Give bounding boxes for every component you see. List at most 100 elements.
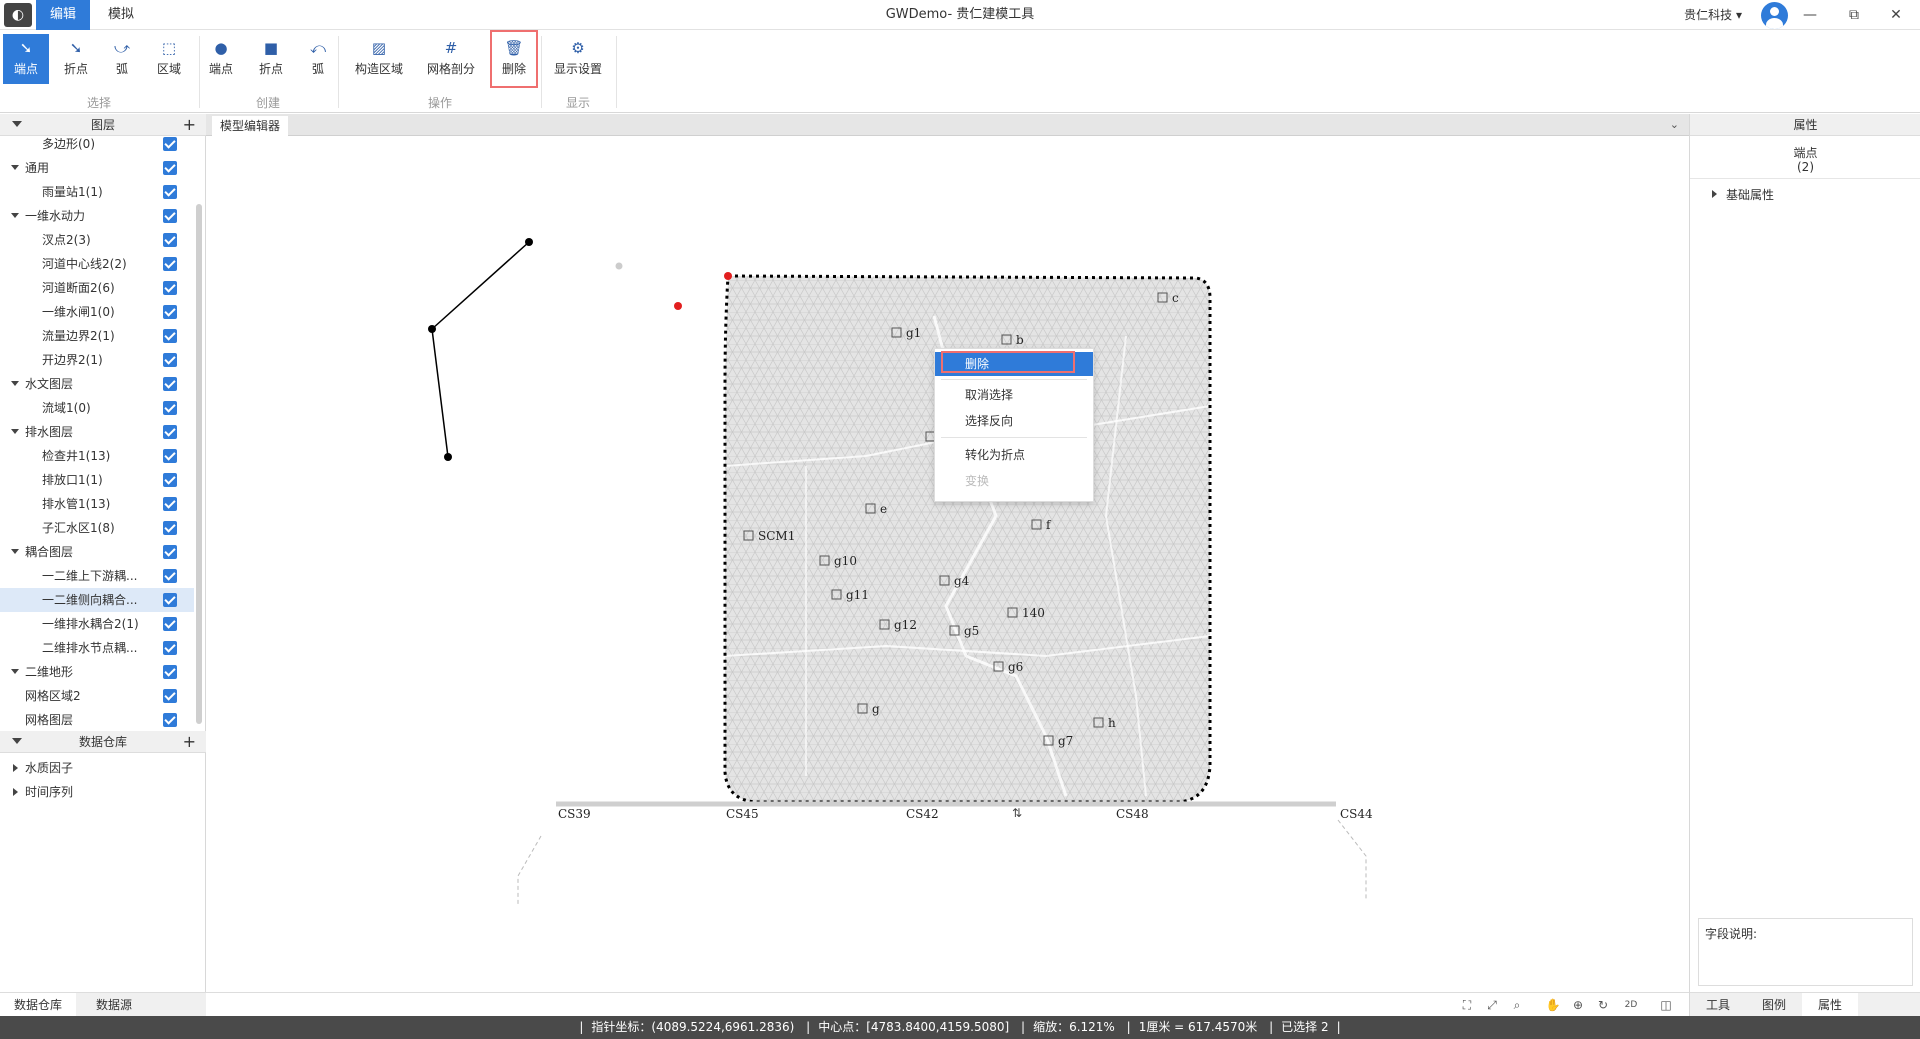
tab-tools[interactable]: 工具 xyxy=(1690,993,1746,1017)
mesh-node-label[interactable]: 140 xyxy=(1022,606,1045,620)
map-canvas[interactable]: g1bcg2g9g8g3efSCM1g10g4g11140g12g5g6ghg7… xyxy=(206,136,1689,992)
app-logo-icon[interactable]: ◐ xyxy=(4,3,32,27)
layer-visibility-checkbox[interactable] xyxy=(163,497,177,511)
mesh-node-label[interactable]: g xyxy=(872,702,880,716)
mesh-node-label[interactable]: g5 xyxy=(964,624,979,638)
refresh-icon[interactable]: ↻ xyxy=(1595,997,1611,1013)
restore-button[interactable]: ⧉ xyxy=(1834,0,1874,30)
layer-item[interactable]: 一维排水耦合2(1) xyxy=(0,612,194,636)
layer-visibility-checkbox[interactable] xyxy=(163,473,177,487)
layer-item[interactable]: 二维地形 xyxy=(0,660,194,684)
create-arc-button[interactable]: ⤺ 弧 xyxy=(296,34,340,84)
expand-arrow-icon[interactable] xyxy=(11,429,19,434)
tab-properties[interactable]: 属性 xyxy=(1802,993,1858,1017)
tab-model-editor[interactable]: 模型编辑器 xyxy=(212,116,289,136)
layer-visibility-checkbox[interactable] xyxy=(163,569,177,583)
expand-arrow-icon[interactable] xyxy=(1712,190,1717,198)
layer-visibility-checkbox[interactable] xyxy=(163,641,177,655)
vertex-point[interactable] xyxy=(615,262,623,270)
layer-visibility-checkbox[interactable] xyxy=(163,425,177,439)
delete-button[interactable]: 🗑 删除 xyxy=(490,30,538,88)
zoom-region-icon[interactable]: ⌕ xyxy=(1509,997,1525,1013)
tab-data-source[interactable]: 数据源 xyxy=(82,993,146,1017)
layer-item[interactable]: 二维排水节点耦... xyxy=(0,636,194,660)
layer-tree-scrollbar[interactable] xyxy=(196,204,202,724)
mesh-node-label[interactable]: g10 xyxy=(834,554,857,568)
layer-item[interactable]: 一二维上下游耦... xyxy=(0,564,194,588)
context-convert-vertex[interactable]: 转化为折点 xyxy=(935,443,1093,467)
layer-item[interactable]: 子汇水区1(8) xyxy=(0,516,194,540)
layer-item[interactable]: 流域1(0) xyxy=(0,396,194,420)
endpoint[interactable] xyxy=(444,453,452,461)
mesh-node-label[interactable]: c xyxy=(1172,291,1179,305)
layer-item[interactable]: 排水管1(13) xyxy=(0,492,194,516)
select-region-button[interactable]: ⬚ 区域 xyxy=(146,34,192,84)
build-region-button[interactable]: ▨ 构造区域 xyxy=(348,34,410,84)
close-button[interactable]: ✕ xyxy=(1876,0,1916,30)
cross-section-label[interactable]: CS39 xyxy=(558,807,591,821)
layer-item[interactable]: 汊点2(3) xyxy=(0,228,194,252)
mesh-node-label[interactable]: b xyxy=(1016,333,1024,347)
add-data-icon[interactable]: + xyxy=(183,731,196,753)
mesh-button[interactable]: # 网格剖分 xyxy=(420,34,482,84)
create-endpoint-button[interactable]: ● 端点 xyxy=(198,34,244,84)
mesh-node-label[interactable]: g6 xyxy=(1008,660,1023,674)
context-invert-selection[interactable]: 选择反向 xyxy=(935,409,1093,433)
layer-visibility-checkbox[interactable] xyxy=(163,401,177,415)
mesh-node-label[interactable]: g4 xyxy=(954,574,970,588)
warehouse-item[interactable]: 时间序列 xyxy=(0,780,200,804)
layer-visibility-checkbox[interactable] xyxy=(163,713,177,727)
menu-tab-simulate[interactable]: 模拟 xyxy=(94,0,148,30)
context-deselect[interactable]: 取消选择 xyxy=(935,383,1093,407)
endpoint[interactable] xyxy=(525,238,533,246)
polyline-arc[interactable] xyxy=(431,241,530,458)
create-vertex-button[interactable]: ■ 折点 xyxy=(248,34,294,84)
display-settings-button[interactable]: ⚙ 显示设置 xyxy=(552,34,604,84)
company-menu[interactable]: 贵仁科技 ▾ xyxy=(1684,0,1742,30)
layer-visibility-checkbox[interactable] xyxy=(163,161,177,175)
layer-item[interactable]: 多边形(0) xyxy=(0,136,194,156)
expand-arrow-icon[interactable] xyxy=(11,381,19,386)
layer-item[interactable]: 排放口1(1) xyxy=(0,468,194,492)
basic-properties-section[interactable]: 基础属性 xyxy=(1726,186,1774,203)
layer-item[interactable]: 一维水闸1(0) xyxy=(0,300,194,324)
add-layer-icon[interactable]: + xyxy=(183,114,196,136)
layer-visibility-checkbox[interactable] xyxy=(163,257,177,271)
layer-visibility-checkbox[interactable] xyxy=(163,593,177,607)
layer-visibility-checkbox[interactable] xyxy=(163,233,177,247)
layer-visibility-checkbox[interactable] xyxy=(163,281,177,295)
cross-section-label[interactable]: CS44 xyxy=(1340,807,1373,821)
layer-visibility-checkbox[interactable] xyxy=(163,689,177,703)
tab-menu-chevron-icon[interactable]: ⌄ xyxy=(1670,114,1679,136)
selected-endpoint[interactable] xyxy=(674,302,682,310)
layer-visibility-checkbox[interactable] xyxy=(163,545,177,559)
mesh-node-label[interactable]: g11 xyxy=(846,588,869,602)
warehouse-item[interactable]: 水质因子 xyxy=(0,756,200,780)
select-arc-button[interactable]: ⤻ 弧 xyxy=(100,34,144,84)
split-view-icon[interactable]: ◫ xyxy=(1658,997,1674,1013)
layer-item[interactable]: 检查井1(13) xyxy=(0,444,194,468)
tab-legend[interactable]: 图例 xyxy=(1746,993,1802,1017)
layer-visibility-checkbox[interactable] xyxy=(163,209,177,223)
expand-arrow-icon[interactable] xyxy=(11,549,19,554)
layer-visibility-checkbox[interactable] xyxy=(163,665,177,679)
view-2d-toggle[interactable]: 2D xyxy=(1620,997,1642,1013)
layer-visibility-checkbox[interactable] xyxy=(163,185,177,199)
pan-hand-icon[interactable]: ✋ xyxy=(1545,997,1561,1013)
layer-item[interactable]: 水文图层 xyxy=(0,372,194,396)
expand-arrow-icon[interactable] xyxy=(11,213,19,218)
mesh-node-label[interactable]: g1 xyxy=(906,326,921,340)
layer-item[interactable]: 雨量站1(1) xyxy=(0,180,194,204)
endpoint[interactable] xyxy=(428,325,436,333)
user-avatar-icon[interactable] xyxy=(1761,2,1788,29)
layer-visibility-checkbox[interactable] xyxy=(163,137,177,151)
layer-item[interactable]: 开边界2(1) xyxy=(0,348,194,372)
layer-item[interactable]: 通用 xyxy=(0,156,194,180)
menu-tab-edit[interactable]: 编辑 xyxy=(36,0,91,30)
layer-visibility-checkbox[interactable] xyxy=(163,377,177,391)
layer-item[interactable]: 一二维侧向耦合... xyxy=(0,588,194,612)
zoom-in-icon[interactable]: ⊕ xyxy=(1570,997,1586,1013)
mesh-node-label[interactable]: h xyxy=(1108,716,1116,730)
select-endpoint-button[interactable]: ➘ 端点 xyxy=(3,34,49,84)
mesh-node-label[interactable]: g12 xyxy=(894,618,917,632)
